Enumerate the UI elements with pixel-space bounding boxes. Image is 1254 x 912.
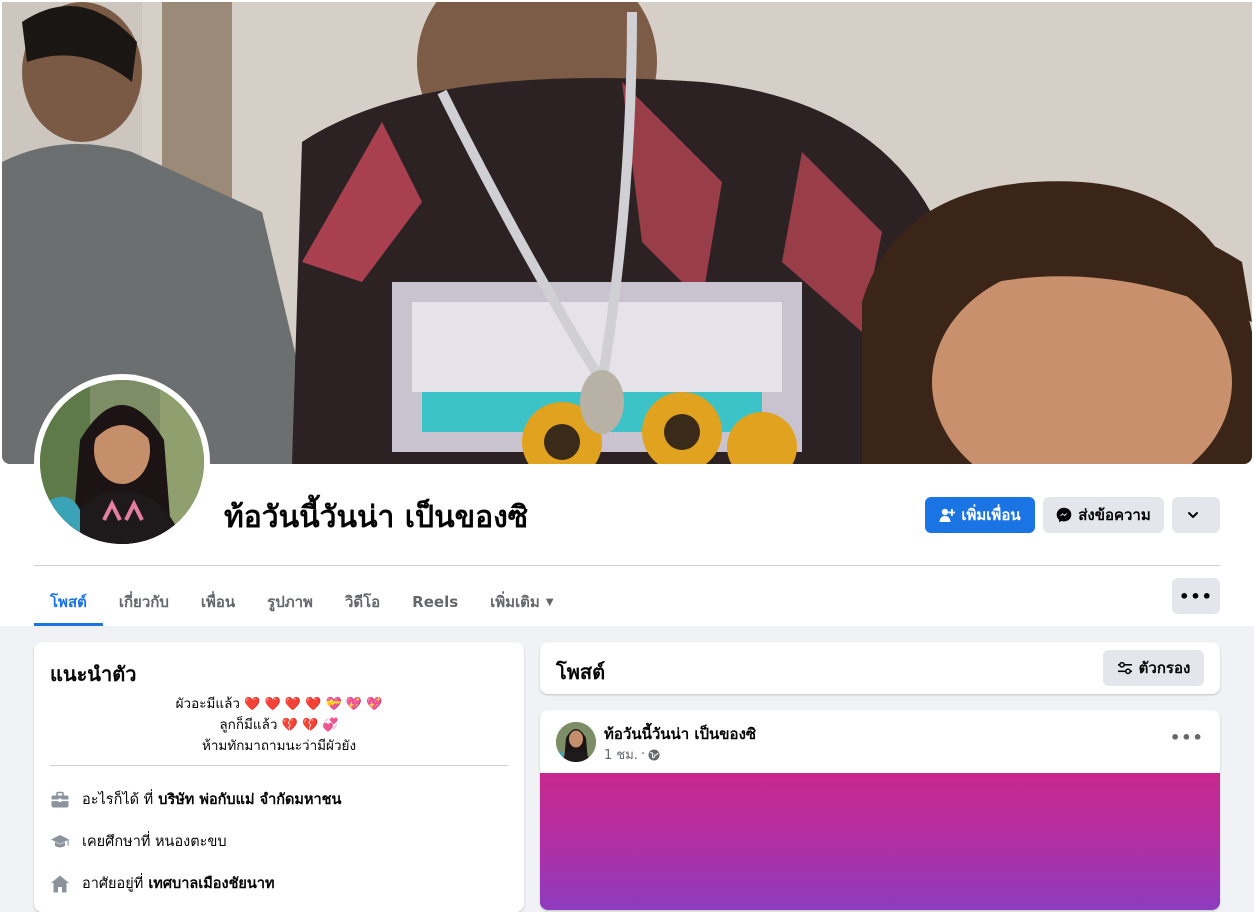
post-time[interactable]: 1 ชม. bbox=[604, 744, 638, 765]
tab-about-label: เกี่ยวกับ bbox=[118, 593, 169, 611]
home-value[interactable]: เทศบาลเมืองชัยนาท bbox=[148, 872, 274, 895]
posts-header-card: โพสต์ ตัวกรอง bbox=[540, 642, 1220, 694]
intro-bio: ผัวอะมีแล้ว ❤️ ❤️ ❤️ ❤️ 💝 💖 💖 ลูกก็มีแล้… bbox=[50, 694, 508, 756]
posts-title: โพสต์ bbox=[556, 660, 606, 684]
tab-posts[interactable]: โพสต์ bbox=[34, 578, 103, 626]
intro-card: แนะนำตัว ผัวอะมีแล้ว ❤️ ❤️ ❤️ ❤️ 💝 💖 💖 ล… bbox=[34, 642, 524, 912]
post-meta-separator: · bbox=[640, 747, 646, 762]
bio-text: ห้ามทักมาถามนะว่ามีผัวยัง bbox=[201, 738, 357, 754]
bio-line: ลูกก็มีแล้ว 💔 💔 💞 bbox=[50, 715, 508, 736]
tab-friends[interactable]: เพื่อน bbox=[185, 578, 251, 626]
work-value[interactable]: บริษัท พ่อกับแม่ จำกัดมหาชน bbox=[158, 788, 341, 811]
graduation-cap-icon bbox=[50, 832, 70, 852]
profile-options-button[interactable] bbox=[1172, 497, 1220, 533]
post-card: ท้อวันนี้วันน่า เป็นของซิ 1 ชม. · ••• bbox=[540, 710, 1220, 910]
work-prefix: อะไรก็ได้ ที่ bbox=[82, 792, 154, 808]
intro-home-row: อาศัยอยู่ที่ เทศบาลเมืองชัยนาท bbox=[50, 872, 275, 895]
tab-more[interactable]: เพิ่มเติม ▼ bbox=[474, 578, 569, 626]
bio-text: ผัวอะมีแล้ว bbox=[175, 696, 240, 712]
add-friend-label: เพิ่มเพื่อน bbox=[961, 506, 1021, 524]
intro-title: แนะนำตัว bbox=[50, 662, 137, 686]
bio-emoji: 💔 💔 💞 bbox=[281, 718, 339, 733]
intro-divider bbox=[50, 765, 508, 766]
post-author-name[interactable]: ท้อวันนี้วันน่า เป็นของซิ bbox=[604, 722, 756, 746]
bio-emoji: ❤️ ❤️ ❤️ ❤️ 💝 💖 💖 bbox=[244, 697, 383, 712]
bio-line: ห้ามทักมาถามนะว่ามีผัวยัง bbox=[50, 736, 508, 756]
filter-label: ตัวกรอง bbox=[1138, 659, 1191, 677]
filter-button[interactable]: ตัวกรอง bbox=[1103, 650, 1204, 686]
tab-posts-label: โพสต์ bbox=[50, 593, 87, 611]
tab-friends-label: เพื่อน bbox=[200, 593, 236, 611]
more-dots-icon: ••• bbox=[1179, 586, 1213, 606]
message-button[interactable]: ส่งข้อความ bbox=[1043, 497, 1164, 533]
tab-photos[interactable]: รูปภาพ bbox=[251, 578, 329, 626]
profile-tabs: โพสต์ เกี่ยวกับ เพื่อน รูปภาพ วิดีโอ Ree… bbox=[34, 578, 570, 626]
messenger-icon bbox=[1056, 507, 1072, 523]
cover-photo[interactable] bbox=[2, 2, 1252, 464]
profile-avatar[interactable] bbox=[40, 380, 204, 544]
post-colored-background bbox=[540, 773, 1220, 910]
tab-more-label: เพิ่มเติม bbox=[490, 593, 540, 611]
add-friend-button[interactable]: เพิ่มเพื่อน bbox=[925, 497, 1035, 533]
home-prefix: อาศัยอยู่ที่ bbox=[82, 876, 144, 892]
tab-photos-label: รูปภาพ bbox=[267, 593, 313, 611]
add-friend-icon bbox=[939, 508, 956, 522]
tab-about[interactable]: เกี่ยวกับ bbox=[103, 578, 185, 626]
more-options-button[interactable]: ••• bbox=[1172, 578, 1220, 614]
bio-text: ลูกก็มีแล้ว bbox=[219, 717, 278, 733]
message-label: ส่งข้อความ bbox=[1078, 506, 1151, 524]
intro-work-row: อะไรก็ได้ ที่ บริษัท พ่อกับแม่ จำกัดมหาชน bbox=[50, 788, 341, 811]
tab-videos[interactable]: วิดีโอ bbox=[329, 578, 396, 626]
education-text: เคยศึกษาที่ หนองตะขบ bbox=[82, 834, 227, 850]
tab-reels[interactable]: Reels bbox=[396, 578, 474, 626]
tab-reels-label: Reels bbox=[412, 593, 459, 611]
post-meta: 1 ชม. · bbox=[604, 744, 660, 765]
tab-videos-label: วิดีโอ bbox=[344, 593, 381, 611]
chevron-down-icon bbox=[1188, 512, 1198, 518]
caret-down-icon: ▼ bbox=[545, 596, 554, 608]
post-options-icon[interactable]: ••• bbox=[1170, 728, 1204, 747]
profile-name: ท้อวันนี้วันน่า เป็นของซิ bbox=[224, 500, 529, 535]
header-divider bbox=[34, 565, 1220, 566]
bio-line: ผัวอะมีแล้ว ❤️ ❤️ ❤️ ❤️ 💝 💖 💖 bbox=[50, 694, 508, 715]
home-icon bbox=[50, 874, 70, 894]
intro-education-row: เคยศึกษาที่ หนองตะขบ bbox=[50, 830, 227, 853]
briefcase-icon bbox=[50, 790, 70, 810]
globe-icon bbox=[648, 749, 660, 760]
post-author-avatar[interactable] bbox=[556, 722, 596, 762]
filter-sliders-icon bbox=[1117, 661, 1132, 675]
